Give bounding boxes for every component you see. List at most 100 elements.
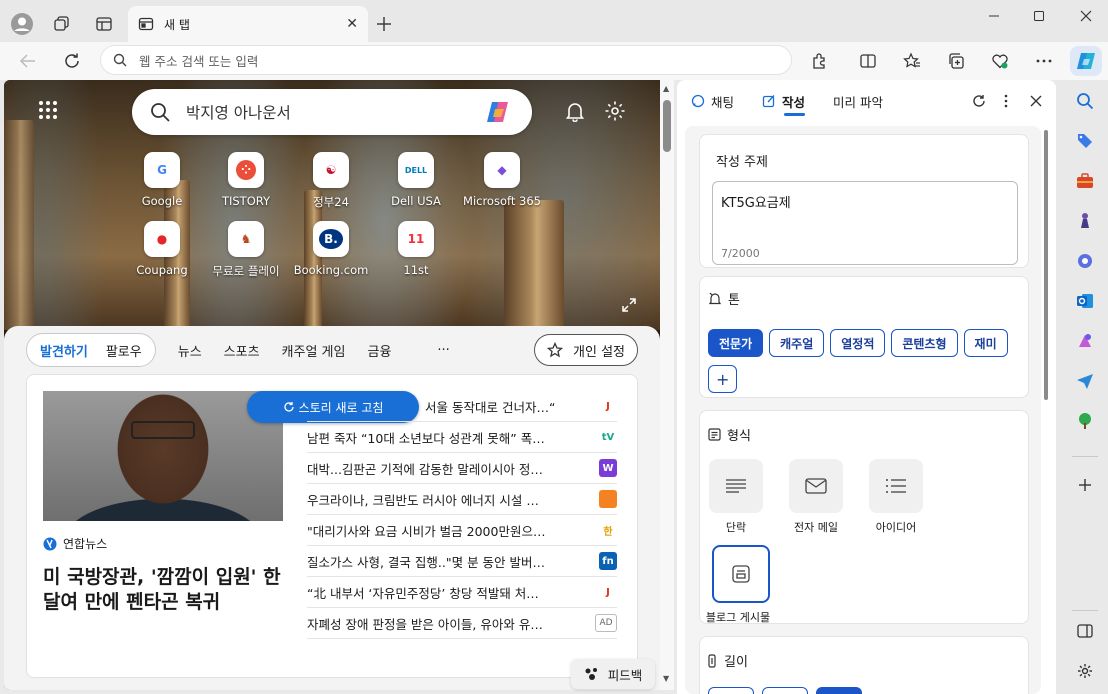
app-launcher-icon[interactable] [38, 100, 58, 120]
length-long-chip[interactable] [816, 687, 862, 694]
tone-enthusiastic-chip[interactable]: 열정적 [830, 329, 886, 357]
pane-refresh-icon[interactable] [972, 94, 986, 108]
tistory-logo-icon: ⁘ [228, 152, 264, 188]
close-tab-icon[interactable]: ✕ [346, 16, 358, 32]
refresh-button[interactable] [58, 47, 86, 75]
sidebar-tree-icon[interactable] [1072, 408, 1098, 434]
personalize-button[interactable]: 개인 설정 [534, 334, 638, 366]
news-list-item[interactable]: “北 내부서 ‘자유민주정당’ 창당 적발돼 처… J [307, 577, 617, 608]
tone-professional-chip[interactable]: 전문가 [708, 329, 764, 357]
topic-char-count: 7/2000 [721, 247, 760, 260]
quicklink-booking[interactable]: B. Booking.com [289, 221, 373, 277]
close-window-button[interactable] [1072, 2, 1100, 30]
news-list-item[interactable]: "대리기사와 요금 시비가 벌금 2000만원으… 한 [307, 515, 617, 546]
sidebar-send-icon[interactable] [1072, 368, 1098, 394]
copilot-icon[interactable] [484, 97, 514, 127]
quicklink-free-play[interactable]: ♞ 무료로 플레이 [204, 221, 288, 279]
quicklink-coupang[interactable]: ● Coupang [120, 221, 204, 277]
workspaces-icon[interactable] [48, 10, 76, 38]
format-email[interactable]: 전자 메일 [780, 459, 852, 535]
sidebar-tools-briefcase-icon[interactable] [1072, 168, 1098, 194]
page-scrollbar[interactable]: ▲ ▼ [660, 80, 674, 690]
tab-discover[interactable]: 발견하기 [31, 341, 97, 360]
tab-casual-games[interactable]: 캐주얼 게임 [282, 341, 346, 360]
news-source-logo-icon: J [606, 400, 610, 412]
pane-close-icon[interactable] [1030, 95, 1042, 107]
quicklink-dell[interactable]: DELL Dell USA [374, 152, 458, 208]
glasses-shape [131, 421, 195, 439]
news-headline: 질소가스 사형, 결국 집행.."몇 분 동안 발버… [307, 554, 546, 570]
story-headline[interactable]: 미 국방장관, '깜깜이 입원' 한달여 만에 펜타곤 복귀 [43, 565, 293, 615]
sidebar-designer-icon[interactable] [1072, 328, 1098, 354]
sidebar-games-chess-icon[interactable] [1072, 208, 1098, 234]
sidebar-shopping-tag-icon[interactable] [1072, 128, 1098, 154]
maximize-button[interactable] [1025, 2, 1053, 30]
quicklink-gov24[interactable]: ☯ 정부24 [289, 152, 373, 210]
feedback-button[interactable]: 피드백 [571, 659, 655, 689]
sidebar-hide-icon[interactable] [1072, 618, 1098, 644]
bullet-list-icon [869, 459, 923, 513]
quicklink-google[interactable]: G Google [120, 152, 204, 208]
length-medium-chip[interactable] [762, 687, 808, 694]
profile-avatar[interactable] [8, 10, 36, 38]
format-ideas[interactable]: 아이디어 [860, 459, 932, 535]
pane-more-icon[interactable] [1004, 94, 1008, 108]
format-blog-post[interactable]: 블로그 게시물 [706, 545, 776, 625]
copilot-button[interactable] [1070, 46, 1102, 76]
tab-new-tab[interactable]: 새 탭 ✕ [128, 6, 368, 42]
extensions-icon[interactable] [806, 47, 834, 75]
sidebar-microsoft365-icon[interactable] [1072, 248, 1098, 274]
news-list-item[interactable]: 질소가스 사형, 결국 집행.."몇 분 동안 발버… fn [307, 546, 617, 577]
settings-gear-icon[interactable] [604, 100, 626, 122]
web-search-box[interactable]: 박지영 아나운서 [132, 89, 532, 135]
notifications-bell-icon[interactable] [564, 100, 586, 122]
favorites-icon[interactable] [898, 47, 926, 75]
quicklink-11st[interactable]: 11 11st [374, 221, 458, 277]
length-short-chip[interactable] [708, 687, 754, 694]
more-menu-icon[interactable] [1030, 47, 1058, 75]
address-bar[interactable]: 웹 주소 검색 또는 입력 [100, 45, 792, 75]
search-icon [150, 102, 170, 122]
tab-chat[interactable]: 채팅 [691, 80, 734, 122]
tone-content-chip[interactable]: 콘텐츠형 [891, 329, 958, 357]
sidebar-settings-icon[interactable] [1072, 658, 1098, 684]
new-tab-button[interactable] [370, 10, 398, 38]
add-tone-button[interactable]: + [708, 365, 738, 393]
tab-compose[interactable]: 작성 [762, 80, 806, 122]
tone-funny-chip[interactable]: 재미 [963, 329, 1008, 357]
sidebar-add-icon[interactable] [1072, 472, 1098, 498]
quicklink-microsoft365[interactable]: ◆ Microsoft 365 [460, 152, 544, 208]
quicklink-tistory[interactable]: ⁘ TISTORY [204, 152, 288, 208]
tab-sports[interactable]: 스포츠 [224, 341, 260, 360]
tab-actions-icon[interactable] [90, 10, 118, 38]
news-list-item[interactable]: 우크라이나, 크림반도 러시아 에너지 시설 … [307, 484, 617, 515]
minimize-button[interactable] [980, 2, 1008, 30]
tone-casual-chip[interactable]: 캐주얼 [769, 329, 825, 357]
collections-icon[interactable] [942, 47, 970, 75]
pane-scrollbar-thumb[interactable] [1044, 130, 1048, 400]
tab-insights[interactable]: 미리 파악 [833, 80, 883, 122]
tab-finance[interactable]: 금융 [367, 341, 391, 360]
topic-textarea[interactable]: KT5G요금제 7/2000 [712, 181, 1018, 265]
format-paragraph[interactable]: 단락 [700, 459, 772, 535]
email-envelope-icon [789, 459, 843, 513]
compose-icon [762, 94, 776, 108]
sidebar-search-icon[interactable] [1072, 88, 1098, 114]
topic-value: KT5G요금제 [721, 196, 791, 211]
split-screen-icon[interactable] [854, 47, 882, 75]
browser-essentials-icon[interactable] [986, 47, 1014, 75]
sidebar-outlook-icon[interactable] [1072, 288, 1098, 314]
expand-icon[interactable] [622, 298, 636, 312]
more-tabs-icon[interactable]: ··· [437, 343, 449, 358]
news-list-item[interactable]: 남편 죽자 “10대 소년보다 성관계 못해” 폭… tV [307, 422, 617, 453]
feed-nav: 발견하기 팔로우 뉴스 스포츠 캐주얼 게임 금융 ··· 개인 설정 [26, 333, 638, 367]
news-list-item[interactable]: 자폐성 장애 판정을 받은 아이들, 유아와 유… AD [307, 608, 617, 639]
news-list-item[interactable]: 대박...김판곤 기적에 감동한 말레이시아 정… W [307, 453, 617, 484]
back-button[interactable] [14, 47, 42, 75]
scrollbar-thumb[interactable] [663, 100, 671, 152]
tab-follow[interactable]: 팔로우 [97, 341, 151, 360]
tab-news[interactable]: 뉴스 [178, 341, 202, 360]
news-list-item[interactable]: 서울 동작대로 건너자…“ J [307, 391, 617, 422]
story-source[interactable]: 연합뉴스 [43, 535, 107, 552]
personalize-icon [547, 342, 564, 358]
